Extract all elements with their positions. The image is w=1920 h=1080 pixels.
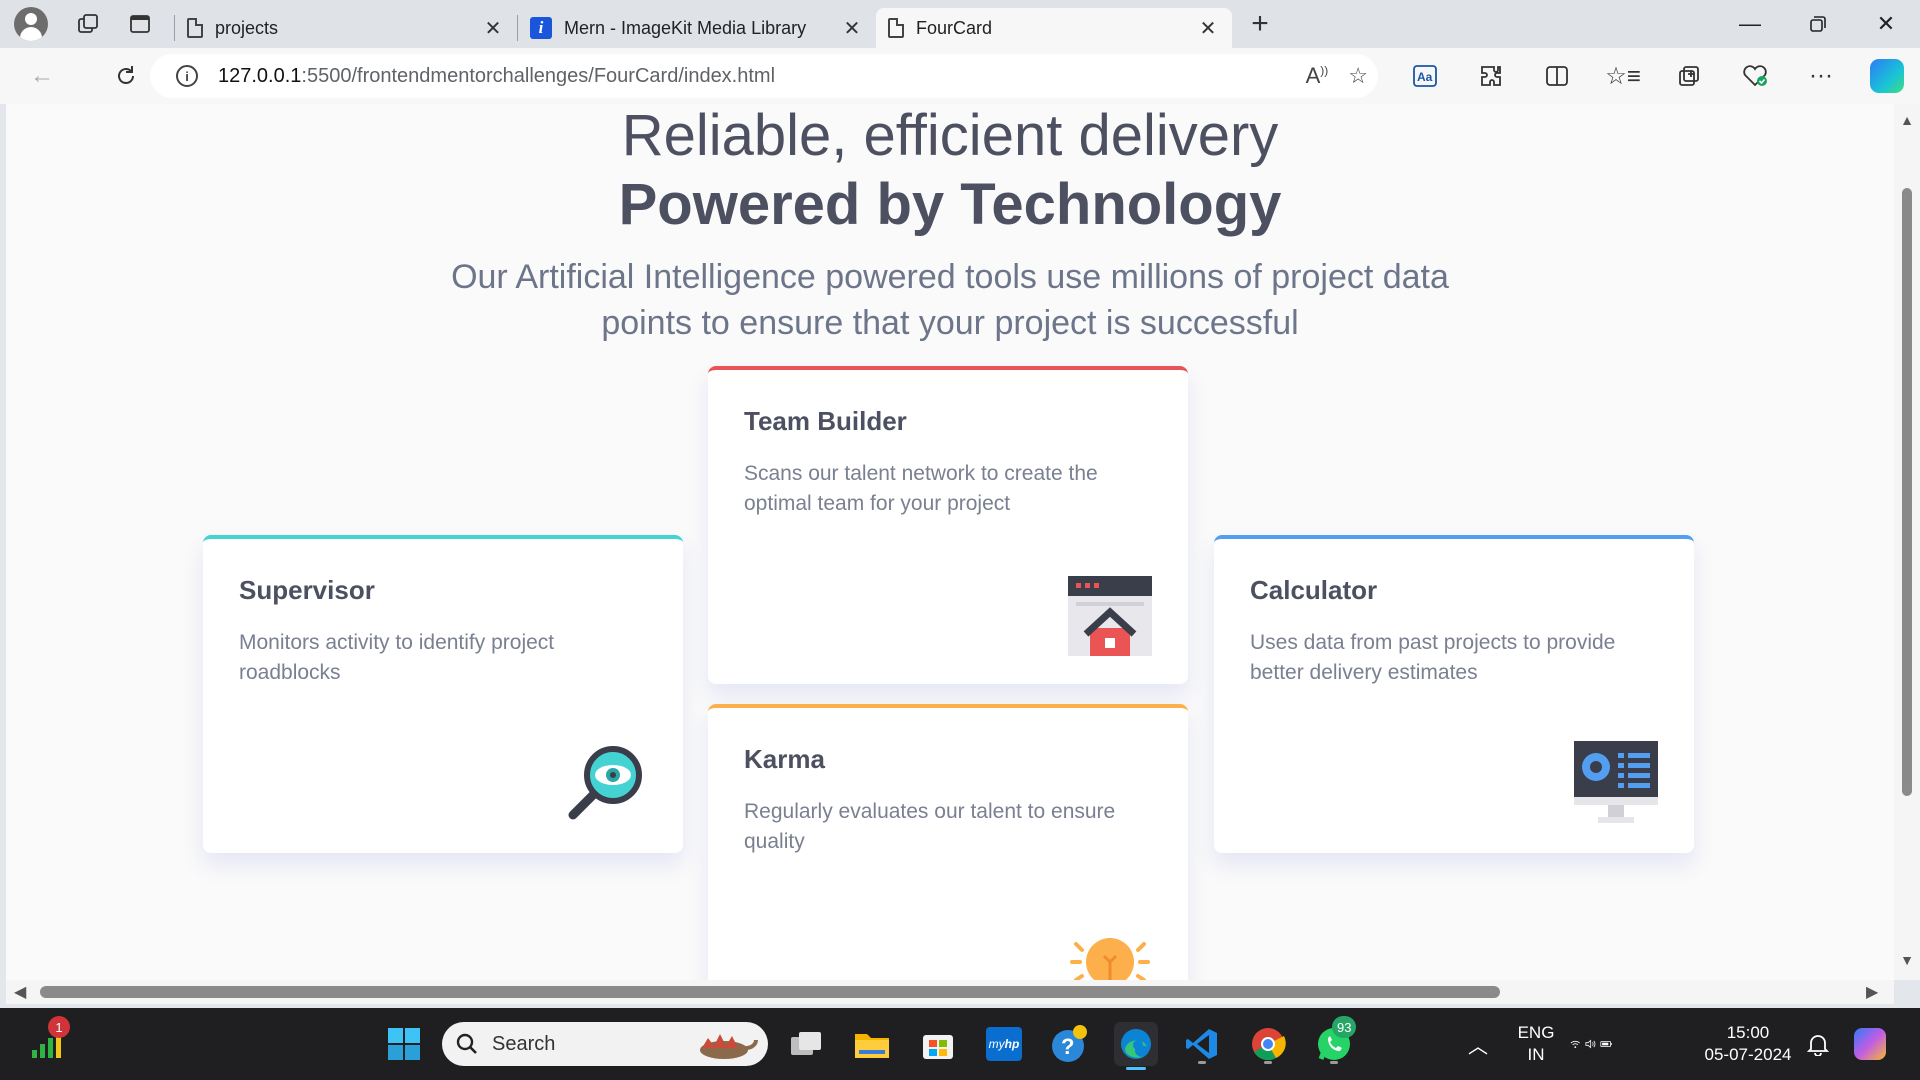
card-title: Calculator — [1250, 575, 1378, 605]
language-code: ENG — [1517, 1023, 1555, 1042]
scrollbar-thumb[interactable] — [1902, 188, 1912, 796]
close-tab-icon[interactable]: ✕ — [1196, 16, 1220, 41]
tab-title: Mern - ImageKit Media Library — [564, 17, 807, 38]
vertical-tabs-icon[interactable] — [120, 4, 160, 44]
team-builder-icon — [1068, 576, 1152, 656]
tab-title: FourCard — [916, 17, 993, 38]
translate-icon[interactable]: Aa — [1392, 52, 1458, 100]
running-app-indicator — [1264, 1061, 1272, 1064]
split-screen-icon[interactable] — [1524, 52, 1590, 100]
card-team-builder: Team Builder Scans our talent network to… — [708, 366, 1188, 684]
site-info-icon[interactable]: i — [176, 65, 198, 87]
running-app-indicator — [1330, 1061, 1338, 1064]
favorites-icon[interactable]: ☆≡ — [1590, 52, 1656, 100]
browser-essentials-icon[interactable] — [1722, 52, 1788, 100]
search-placeholder: Search — [492, 1032, 556, 1055]
notification-badge: 1 — [48, 1016, 70, 1038]
card-text: Uses data from past projects to provide … — [1250, 631, 1616, 684]
whatsapp-icon[interactable]: 93 — [1312, 1016, 1357, 1066]
network-status-icons[interactable] — [1570, 1022, 1614, 1066]
taskbar-search-box[interactable]: Search — [442, 1022, 768, 1066]
active-app-indicator — [1126, 1067, 1146, 1070]
chrome-icon[interactable] — [1246, 1022, 1290, 1066]
edge-browser-icon[interactable] — [1114, 1022, 1158, 1070]
restore-icon[interactable] — [1784, 0, 1852, 48]
card-text: Monitors activity to identify project ro… — [239, 631, 555, 684]
close-window-icon[interactable]: ✕ — [1852, 0, 1920, 48]
lightbulb-icon — [1070, 938, 1150, 980]
file-explorer-icon[interactable] — [850, 1022, 894, 1066]
copilot-icon[interactable] — [1854, 52, 1920, 100]
tab-projects[interactable]: projects ✕ — [175, 8, 517, 48]
url-text[interactable]: 127.0.0.1:5500/frontendmentorchallenges/… — [218, 65, 775, 88]
favorite-star-icon[interactable]: ☆ — [1348, 63, 1368, 89]
notification-bell-icon[interactable] — [1796, 1022, 1840, 1066]
region-code: IN — [1527, 1045, 1545, 1064]
card-title: Supervisor — [239, 575, 375, 605]
page-heading-light: Reliable, efficient delivery — [621, 104, 1279, 168]
more-menu-icon[interactable]: ··· — [1788, 52, 1854, 100]
scroll-down-arrow-icon[interactable]: ▼ — [1900, 952, 1914, 968]
tab-fourcard[interactable]: FourCard ✕ — [876, 8, 1232, 48]
profile-avatar-icon[interactable] — [14, 7, 48, 41]
svg-text:?: ? — [1061, 1034, 1074, 1059]
imagekit-favicon-icon: i — [530, 17, 552, 39]
show-hidden-icons-chevron-icon[interactable]: ︿ — [1456, 1022, 1500, 1066]
copilot-preview-icon[interactable] — [1848, 1022, 1892, 1066]
windows-taskbar: 1 Search my hp ? 93 ︿ ENG IN 15:00 05-07… — [0, 1008, 1920, 1080]
tab-imagekit[interactable]: i Mern - ImageKit Media Library ✕ — [518, 8, 876, 48]
back-arrow-icon[interactable]: ← — [18, 52, 66, 100]
minimize-icon[interactable]: — — [1716, 0, 1784, 48]
read-aloud-icon[interactable]: A)) — [1306, 63, 1329, 89]
vertical-scrollbar[interactable]: ▲ ▼ — [1894, 104, 1920, 980]
browser-toolbar: ← i 127.0.0.1:5500/frontendmentorchallen… — [0, 48, 1920, 104]
start-windows-icon[interactable] — [382, 1022, 426, 1066]
scroll-right-arrow-icon[interactable]: ▶ — [1866, 982, 1878, 1002]
window-controls: — ✕ — [1716, 0, 1920, 48]
tab-title: projects — [215, 17, 279, 38]
collections-icon[interactable] — [1656, 52, 1722, 100]
stocks-widget-icon[interactable]: 1 — [26, 1016, 70, 1066]
page-icon — [888, 18, 904, 38]
scrollbar-thumb[interactable] — [40, 986, 1500, 998]
magnifier-eye-icon — [568, 746, 642, 820]
card-text: Scans our talent network to create the o… — [744, 462, 1098, 515]
task-view-icon[interactable] — [784, 1022, 828, 1066]
workspaces-icon[interactable] — [68, 4, 108, 44]
card-text: Regularly evaluates our talent to ensure… — [744, 800, 1116, 853]
page-heading-bold: Powered by Technology — [618, 172, 1282, 237]
clock[interactable]: 15:00 05-07-2024 — [1696, 1022, 1800, 1066]
page-subtitle: Our Artificial Intelligence powered tool… — [451, 258, 1449, 342]
running-app-indicator — [1198, 1061, 1206, 1064]
language-indicator[interactable]: ENG IN — [1512, 1022, 1560, 1066]
tab-strip: projects ✕ i Mern - ImageKit Media Libra… — [0, 0, 1920, 48]
clock-time: 15:00 — [1726, 1023, 1770, 1042]
card-title: Karma — [744, 744, 825, 774]
refresh-icon[interactable] — [102, 52, 150, 100]
microsoft-store-icon[interactable] — [916, 1022, 960, 1066]
myhp-icon[interactable]: my hp — [982, 1022, 1026, 1066]
page-icon — [187, 18, 203, 38]
svg-text:Aa: Aa — [1417, 70, 1433, 84]
clock-date: 05-07-2024 — [1704, 1045, 1792, 1064]
card-supervisor: Supervisor Monitors activity to identify… — [203, 535, 683, 853]
card-title: Team Builder — [744, 406, 907, 436]
address-bar[interactable]: i 127.0.0.1:5500/frontendmentorchallenge… — [150, 54, 1378, 98]
scroll-up-arrow-icon[interactable]: ▲ — [1900, 112, 1914, 128]
card-calculator: Calculator Uses data from past projects … — [1214, 535, 1694, 853]
vscode-icon[interactable] — [1180, 1022, 1224, 1066]
card-karma: Karma Regularly evaluates our talent to … — [708, 704, 1188, 980]
horizontal-scrollbar[interactable]: ◀ ▶ — [6, 980, 1894, 1004]
close-tab-icon[interactable]: ✕ — [481, 16, 505, 41]
scroll-left-arrow-icon[interactable]: ◀ — [14, 982, 26, 1002]
search-icon — [456, 1033, 477, 1054]
extensions-icon[interactable] — [1458, 52, 1524, 100]
unread-badge: 93 — [1332, 1016, 1357, 1038]
monitor-calculator-icon — [1574, 741, 1658, 823]
close-tab-icon[interactable]: ✕ — [840, 16, 864, 41]
dinosaur-search-highlight-icon — [700, 1034, 758, 1059]
page-viewport: Reliable, efficient delivery Powered by … — [6, 104, 1894, 980]
new-tab-button[interactable]: + — [1240, 4, 1280, 44]
get-help-icon[interactable]: ? — [1048, 1022, 1092, 1066]
